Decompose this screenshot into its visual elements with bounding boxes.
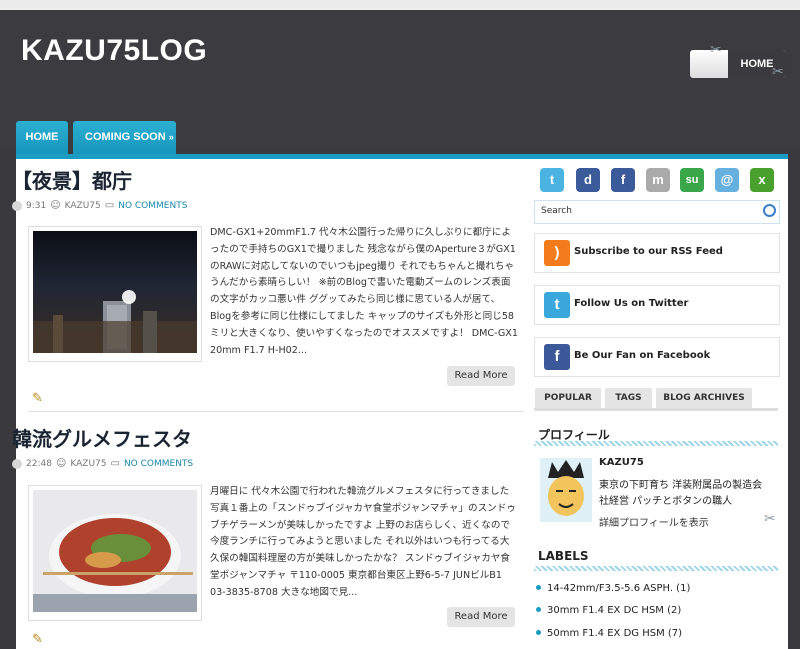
post-author[interactable]: KAZU75 (65, 201, 101, 211)
noodle-soup-image (33, 490, 197, 612)
labels-heading: LABELS (538, 549, 589, 563)
post-comments-link[interactable]: NO COMMENTS (118, 201, 187, 211)
post-time: 9:31 (26, 200, 47, 211)
label-item[interactable]: 14-42mm/F3.5-5.6 ASPH. (1) (534, 583, 778, 594)
facebook-icon[interactable]: f (611, 168, 635, 192)
tab-underline (534, 408, 778, 411)
rss-icon: ) (544, 240, 570, 266)
scissors-icon: ✂ (764, 511, 776, 527)
bullet-icon (536, 585, 541, 590)
twitter-widget-label: Follow Us on Twitter (574, 298, 689, 309)
post-title[interactable]: 韓流グルメフェスタ (12, 423, 508, 452)
post-thumbnail[interactable] (28, 226, 202, 362)
pencil-icon: ✎ (32, 391, 43, 406)
author-icon: ☺ (50, 200, 61, 211)
post-thumbnail[interactable] (28, 485, 202, 621)
scissors-icon: ✂ (710, 42, 722, 58)
myspace-icon[interactable]: m (646, 168, 670, 192)
bullet-icon (536, 630, 541, 635)
comment-icon: ▭ (110, 458, 120, 469)
stumbleupon-icon[interactable]: su (680, 168, 704, 192)
clock-icon (12, 458, 22, 469)
profile-bio-line2: 社経営 パッチとボタンの職人 (599, 496, 733, 507)
read-more-button[interactable]: Read More (447, 366, 515, 386)
rss-widget-label: Subscribe to our RSS Feed (574, 246, 723, 257)
nav-tab-label: HOME (25, 131, 59, 143)
clock-icon (12, 200, 22, 211)
nav-tab-home[interactable]: HOME (16, 121, 68, 154)
search-box[interactable]: Search (534, 200, 780, 224)
post-time: 22:48 (26, 458, 52, 469)
nav-tab-coming-soon[interactable]: COMING SOON » (73, 121, 176, 154)
mail-icon[interactable]: @ (715, 168, 739, 192)
post-comments-link[interactable]: NO COMMENTS (124, 459, 193, 469)
read-more-button[interactable]: Read More (447, 607, 515, 627)
profile-name[interactable]: KAZU75 (599, 457, 644, 468)
tab-popular[interactable]: POPULAR (535, 388, 601, 408)
facebook-widget[interactable]: f Be Our Fan on Facebook (534, 337, 780, 377)
bullet-icon (536, 607, 541, 612)
post-meta: 22:48 ☺ KAZU75 ▭ NO COMMENTS (12, 458, 508, 469)
site-title[interactable]: KAZU75LOG (21, 34, 207, 68)
comment-icon: ▭ (104, 200, 115, 211)
search-icon[interactable] (763, 204, 776, 217)
label-item[interactable]: 50mm F1.4 EX DG HSM (7) (534, 628, 778, 639)
label-item[interactable]: 30mm F1.4 EX DC HSM (2) (534, 605, 778, 616)
rss-widget[interactable]: ) Subscribe to our RSS Feed (534, 233, 780, 273)
xing-icon[interactable]: x (750, 168, 774, 192)
facebook-widget-label: Be Our Fan on Facebook (574, 350, 711, 361)
author-icon: ☺ (55, 458, 67, 469)
post-title[interactable]: 【夜景】都庁 (12, 165, 508, 194)
submenu-arrow-icon: » (168, 132, 174, 142)
tab-blog-archives[interactable]: BLOG ARCHIVES (656, 388, 752, 408)
tab-tags[interactable]: TAGS (605, 388, 652, 408)
label-text[interactable]: 50mm F1.4 EX DG HSM (7) (547, 628, 682, 639)
post-author[interactable]: KAZU75 (70, 459, 106, 469)
blog-post: 韓流グルメフェスタ 22:48 ☺ KAZU75 ▭ NO COMMENTS (12, 423, 508, 469)
scissors-icon: ✂ (772, 64, 784, 80)
post-meta: 9:31 ☺ KAZU75 ▭ NO COMMENTS (12, 200, 508, 211)
search-input[interactable]: Search (541, 206, 572, 216)
label-text[interactable]: 14-42mm/F3.5-5.6 ASPH. (1) (547, 583, 690, 594)
post-excerpt: DMC-GX1+20mmF1.7 代々木公園行った帰りに久しぶりに都庁によったの… (210, 227, 518, 356)
pencil-icon: ✎ (32, 632, 43, 647)
twitter-icon: t (544, 292, 570, 318)
profile-bio-line1: 東京の下町育ち 洋装附属品の製造会 (599, 480, 763, 491)
facebook-icon: f (544, 344, 570, 370)
delicious-icon[interactable]: d (576, 168, 600, 192)
post-divider (28, 411, 524, 412)
heading-stripe (534, 566, 778, 571)
post-excerpt: 月曜日に 代々木公園で行われた韓流グルメフェスタに行ってきました 写真１番上の「… (210, 486, 516, 598)
avatar[interactable] (540, 458, 592, 522)
twitter-widget[interactable]: t Follow Us on Twitter (534, 285, 780, 325)
nav-tab-label: COMING SOON (85, 131, 166, 143)
label-text[interactable]: 30mm F1.4 EX DC HSM (2) (547, 605, 681, 616)
blog-post: 【夜景】都庁 9:31 ☺ KAZU75 ▭ NO COMMENTS (12, 165, 508, 211)
twitter-bird-icon[interactable]: t (540, 168, 564, 192)
browser-top-strip (0, 0, 800, 10)
heading-stripe (534, 441, 778, 446)
night-view-image (33, 231, 197, 353)
view-profile-link[interactable]: 詳細プロフィールを表示 (599, 514, 709, 529)
